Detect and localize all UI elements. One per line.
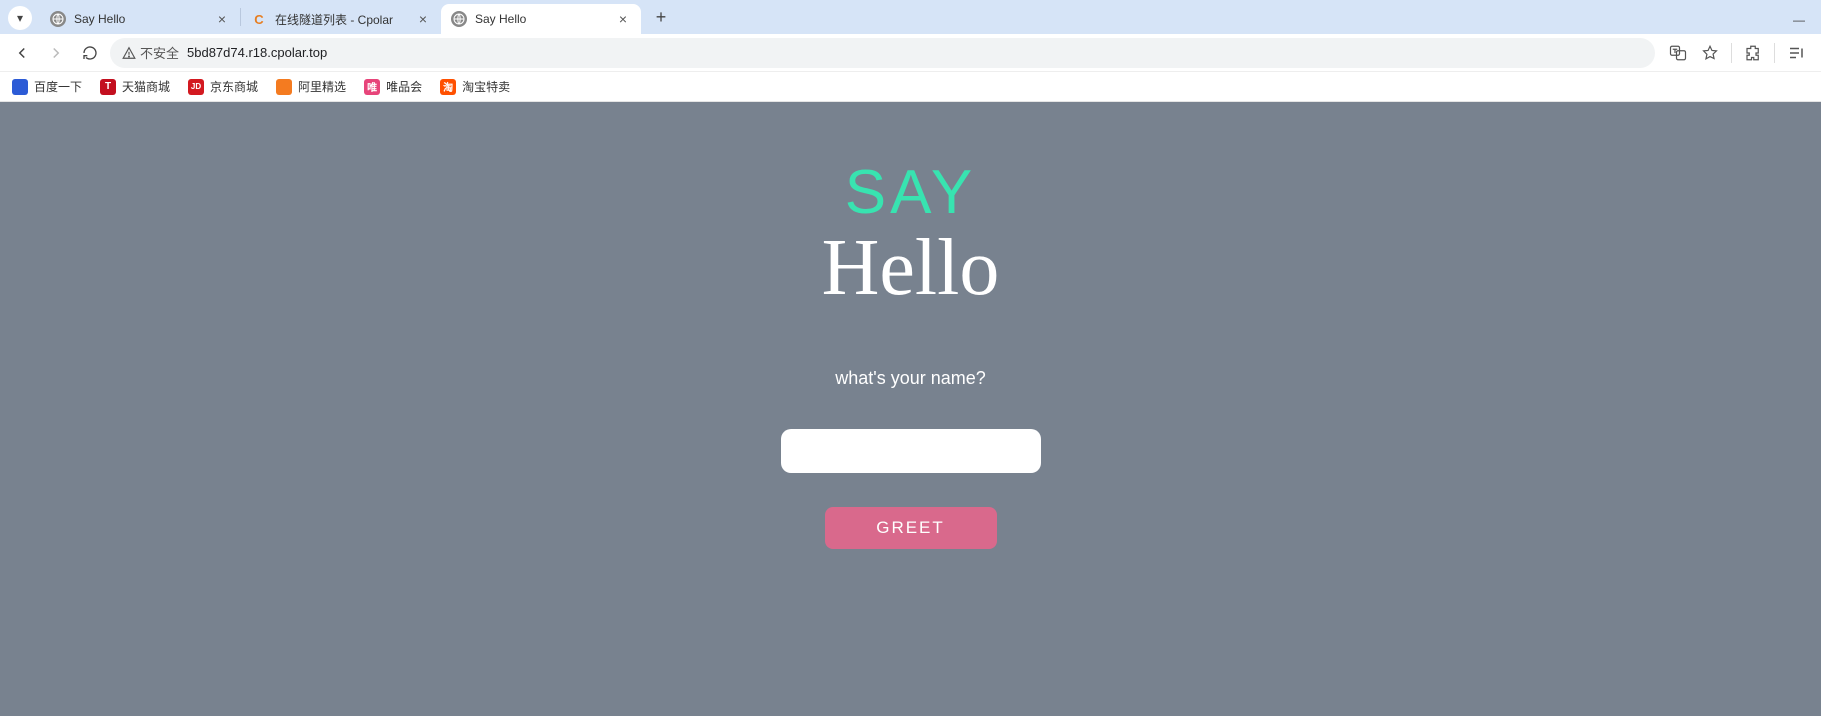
tab-title: Say Hello [74, 12, 206, 26]
divider [1774, 43, 1775, 63]
heading-line2: Hello [822, 228, 1000, 308]
bookmark-label: 天猫商城 [122, 78, 170, 95]
close-icon[interactable]: × [415, 11, 431, 27]
chevron-down-icon: ▾ [17, 11, 23, 25]
bookmark-vip[interactable]: 唯 唯品会 [364, 78, 422, 95]
divider [1731, 43, 1732, 63]
tab-0[interactable]: Say Hello × [40, 4, 240, 34]
bookmark-label: 阿里精选 [298, 78, 346, 95]
cpolar-favicon: C [251, 11, 267, 27]
globe-icon [50, 11, 66, 27]
greet-button[interactable]: GREET [825, 507, 997, 549]
close-icon[interactable]: × [214, 11, 230, 27]
bookmark-ali[interactable]: 阿里精选 [276, 78, 346, 95]
window-controls: — [1777, 6, 1821, 34]
bookmark-label: 淘宝特卖 [462, 78, 510, 95]
bookmark-jd[interactable]: JD 京东商城 [188, 78, 258, 95]
tab-title: Say Hello [475, 12, 607, 26]
bookmark-label: 百度一下 [34, 78, 82, 95]
bookmark-label: 唯品会 [386, 78, 422, 95]
name-prompt: what's your name? [835, 368, 986, 389]
bookmark-tmall[interactable]: T 天猫商城 [100, 78, 170, 95]
tab-title: 在线隧道列表 - Cpolar [275, 11, 407, 28]
name-input[interactable] [781, 429, 1041, 473]
bookmark-icon: JD [188, 79, 204, 95]
tab-1[interactable]: C 在线隧道列表 - Cpolar × [241, 4, 441, 34]
url-text: 5bd87d74.r18.cpolar.top [187, 45, 1643, 60]
browser-chrome: ▾ Say Hello × C 在线隧道列表 - Cpolar × [0, 0, 1821, 102]
globe-icon [451, 11, 467, 27]
extensions-icon[interactable] [1742, 42, 1764, 64]
back-button[interactable] [8, 39, 36, 67]
bookmark-taobao[interactable]: 淘 淘宝特卖 [440, 78, 510, 95]
reload-button[interactable] [76, 39, 104, 67]
toolbar: 不安全 5bd87d74.r18.cpolar.top [0, 34, 1821, 72]
bookmark-icon: T [100, 79, 116, 95]
translate-icon[interactable] [1667, 42, 1689, 64]
heading-line1: SAY [845, 162, 976, 224]
bookmark-label: 京东商城 [210, 78, 258, 95]
bookmark-icon: 唯 [364, 79, 380, 95]
page-viewport: SAY Hello what's your name? GREET [0, 102, 1821, 716]
address-bar[interactable]: 不安全 5bd87d74.r18.cpolar.top [110, 38, 1655, 68]
bookmark-icon [276, 79, 292, 95]
toolbar-right [1661, 42, 1813, 64]
star-icon[interactable] [1699, 42, 1721, 64]
minimize-button[interactable]: — [1777, 6, 1821, 34]
tab-strip: ▾ Say Hello × C 在线隧道列表 - Cpolar × [0, 0, 1821, 34]
new-tab-button[interactable]: + [647, 3, 675, 31]
bookmark-icon [12, 79, 28, 95]
security-indicator[interactable]: 不安全 [122, 43, 179, 62]
bookmarks-bar: 百度一下 T 天猫商城 JD 京东商城 阿里精选 唯 唯品会 淘 淘宝特卖 [0, 72, 1821, 102]
warning-icon [122, 46, 136, 60]
tab-2[interactable]: Say Hello × [441, 4, 641, 34]
bookmark-icon: 淘 [440, 79, 456, 95]
forward-button[interactable] [42, 39, 70, 67]
security-label: 不安全 [140, 43, 179, 62]
close-icon[interactable]: × [615, 11, 631, 27]
bookmark-baidu[interactable]: 百度一下 [12, 78, 82, 95]
tab-search-button[interactable]: ▾ [8, 6, 32, 30]
reading-list-icon[interactable] [1785, 42, 1807, 64]
